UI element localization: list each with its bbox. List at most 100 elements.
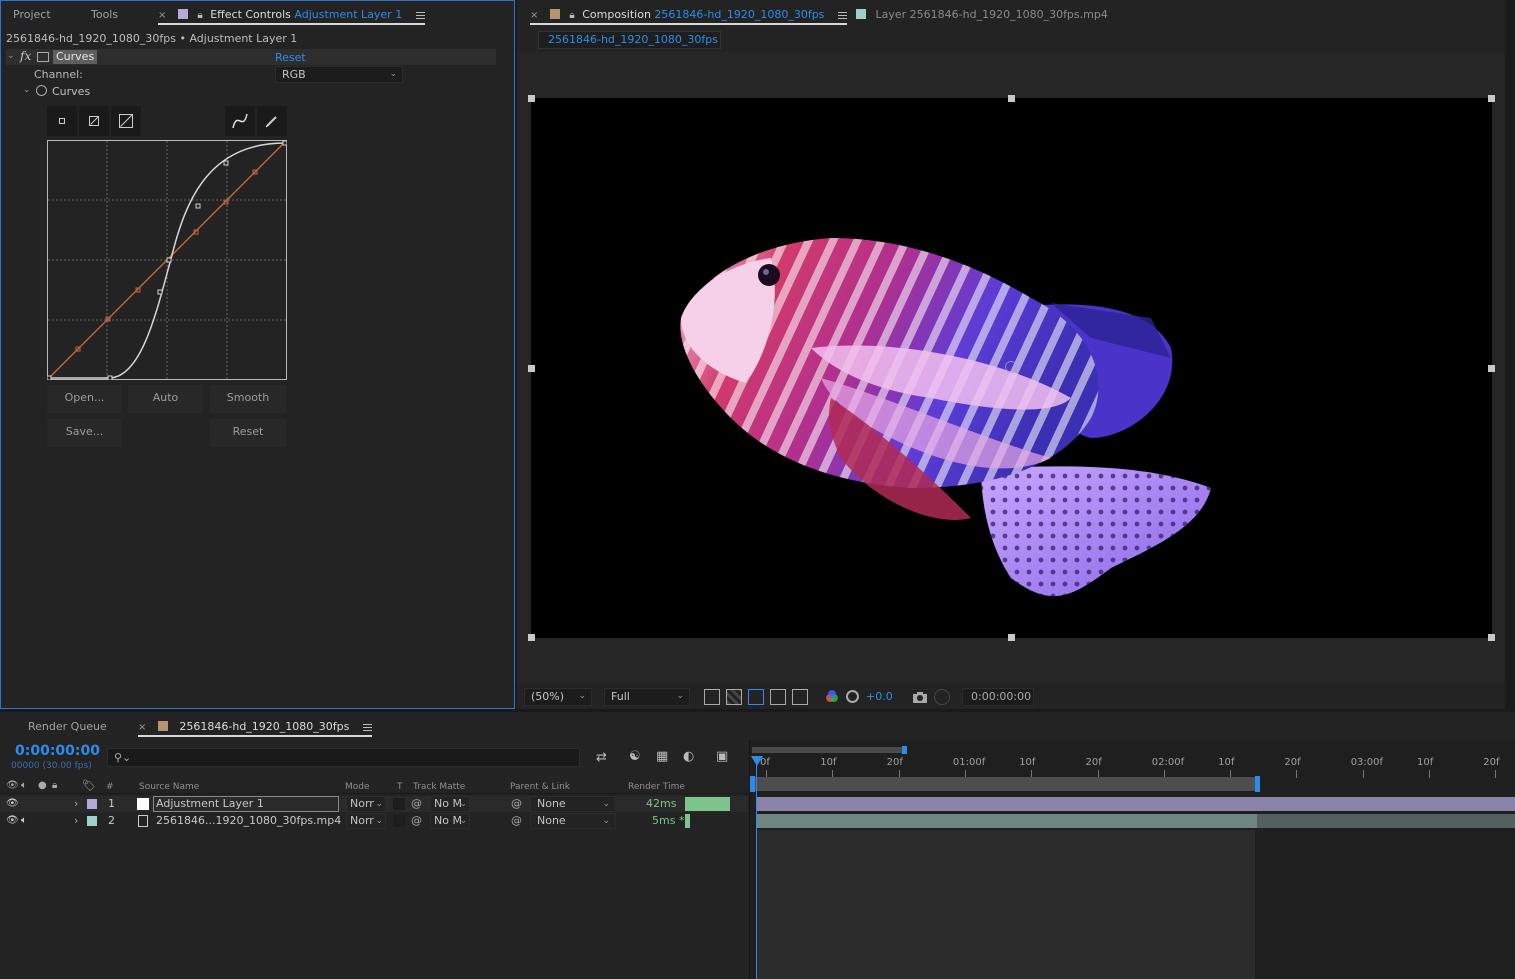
show-snapshot-icon[interactable]	[934, 689, 950, 705]
transparency-grid-icon[interactable]	[726, 689, 742, 705]
timeline-search-input[interactable]: ⚲⌄	[107, 748, 580, 767]
curves-reset-button[interactable]: Reset	[210, 419, 286, 447]
blend-mode-select[interactable]: Norr ⌄	[346, 813, 386, 829]
curves-save-button[interactable]: Save...	[47, 419, 122, 447]
panel-menu-icon[interactable]	[415, 11, 425, 19]
curves-smooth-button[interactable]: Smooth	[210, 385, 286, 413]
curves-size-small-button[interactable]	[47, 106, 77, 136]
stopwatch-icon[interactable]	[36, 85, 47, 96]
exposure-value[interactable]: +0.0	[866, 690, 893, 703]
chevron-down-icon[interactable]: ⌄	[7, 51, 15, 61]
curves-graph[interactable]	[47, 140, 287, 380]
parent-select[interactable]: None ⌄	[530, 813, 616, 829]
fx-icon[interactable]: fx	[20, 49, 31, 63]
time-ruler[interactable]	[750, 754, 1515, 778]
anchor-point-icon[interactable]	[1005, 361, 1017, 373]
work-area-end-handle[interactable]	[902, 746, 907, 754]
preserve-transparency-box[interactable]	[393, 815, 405, 827]
effect-reset-link[interactable]: Reset	[275, 51, 306, 64]
curves-auto-button[interactable]: Auto	[128, 385, 203, 413]
preserve-transparency-box[interactable]	[393, 798, 405, 810]
expand-chevron-icon[interactable]: ›	[74, 813, 78, 829]
parent-pickwhip-icon[interactable]: @	[511, 813, 522, 829]
blend-mode-select[interactable]: Norr ⌄	[346, 796, 386, 812]
close-icon[interactable]: ×	[158, 10, 166, 21]
render-time-bar	[685, 814, 690, 828]
tab-tools[interactable]: Tools	[91, 0, 118, 30]
layer-row-2[interactable]: 👁︎ 🔈︎ › 2 2561846...1920_1080_30fps.mp4 …	[0, 813, 748, 829]
track-matte-select[interactable]: No M ⌄	[430, 796, 470, 812]
channel-select[interactable]: RGB ⌄	[275, 66, 403, 83]
current-time-indicator[interactable]	[756, 756, 757, 979]
effect-preset-icon[interactable]	[37, 52, 49, 62]
layer-name[interactable]: 2561846...1920_1080_30fps.mp4	[156, 813, 341, 829]
layer-1-duration-bar[interactable]	[757, 797, 1515, 811]
transform-handle[interactable]	[528, 634, 535, 641]
expand-chevron-icon[interactable]: ›	[74, 796, 78, 812]
tab-render-queue[interactable]: Render Queue	[28, 712, 107, 742]
reset-exposure-icon[interactable]	[846, 690, 859, 703]
lock-icon[interactable]: 🔒︎	[569, 10, 574, 21]
work-area-start-marker[interactable]	[750, 776, 755, 792]
comp-flowchart-icon[interactable]: ⇄	[596, 750, 607, 765]
close-icon[interactable]: ×	[530, 10, 538, 21]
work-area-range[interactable]	[752, 777, 1258, 791]
track-matte-select[interactable]: No M ⌄	[430, 813, 470, 829]
graph-editor-icon[interactable]: ▣	[716, 749, 728, 764]
parent-pickwhip-icon[interactable]: @	[511, 796, 522, 812]
composition-canvas[interactable]	[531, 98, 1492, 638]
tab-timeline[interactable]: × 2561846-hd_1920_1080_30fps	[138, 712, 372, 737]
panel-menu-icon[interactable]	[362, 723, 372, 731]
layer-row-1[interactable]: 👁︎ › 1 Adjustment Layer 1 Norr ⌄ @ No M ⌄ …	[0, 796, 748, 812]
eye-icon[interactable]: 👁︎	[6, 796, 19, 812]
tab-effect-controls[interactable]: × 🔒︎ Effect Controls Adjustment Layer 1	[158, 0, 425, 25]
viewer-timecode[interactable]: 0:00:00:00	[962, 688, 1034, 706]
grid-guides-icon[interactable]	[792, 689, 808, 705]
label-color[interactable]	[87, 799, 97, 809]
mask-visibility-icon[interactable]	[748, 689, 764, 705]
frame-blending-icon[interactable]: ▦	[656, 749, 668, 764]
tab-composition[interactable]: × 🔒︎ Composition 2561846-hd_1920_1080_30…	[530, 0, 847, 25]
draft-3d-icon[interactable]: ☯	[629, 749, 641, 764]
playhead-icon[interactable]	[751, 756, 763, 766]
magnification-select[interactable]: (50%) ⌄	[524, 688, 592, 706]
panel-menu-icon[interactable]	[837, 11, 847, 19]
layer-name[interactable]: Adjustment Layer 1	[153, 796, 339, 812]
audio-icon[interactable]: 🔈︎	[21, 813, 27, 829]
effect-name[interactable]: Curves	[53, 50, 98, 64]
track-matte-pickwhip-icon[interactable]: @	[411, 796, 422, 812]
transform-handle[interactable]	[1488, 365, 1495, 372]
tab-project[interactable]: Project	[13, 0, 51, 30]
resolution-select[interactable]: Full ⌄	[604, 688, 690, 706]
transform-handle[interactable]	[1008, 634, 1015, 641]
bezier-curve-tool-button[interactable]	[225, 106, 255, 136]
layer-2-duration-bar[interactable]	[757, 814, 1257, 828]
current-time-display[interactable]: 0:00:00:00	[15, 743, 100, 759]
transform-handle[interactable]	[528, 95, 535, 102]
chevron-down-icon[interactable]: ⌄	[23, 85, 31, 95]
lock-icon[interactable]: 🔒︎	[197, 10, 202, 21]
transform-handle[interactable]	[528, 365, 535, 372]
curves-size-medium-button[interactable]	[79, 106, 109, 136]
tab-layer[interactable]: Layer 2561846-hd_1920_1080_30fps.mp4	[856, 0, 1108, 30]
work-area-bar[interactable]	[752, 747, 906, 753]
fast-previews-icon[interactable]	[704, 689, 720, 705]
region-of-interest-icon[interactable]	[770, 689, 786, 705]
eye-icon[interactable]: 👁︎	[6, 813, 19, 829]
source-name-header[interactable]: Source Name	[139, 782, 199, 792]
pencil-tool-button[interactable]	[257, 106, 287, 136]
transform-handle[interactable]	[1488, 95, 1495, 102]
track-matte-pickwhip-icon[interactable]: @	[411, 813, 422, 829]
motion-blur-icon[interactable]: ◐	[683, 749, 694, 764]
comp-subtab[interactable]: 2561846-hd_1920_1080_30fps	[538, 31, 721, 49]
snapshot-camera-icon[interactable]	[912, 689, 928, 705]
color-channels-icon[interactable]	[824, 689, 840, 705]
parent-select[interactable]: None ⌄	[530, 796, 616, 812]
curves-open-button[interactable]: Open...	[47, 385, 122, 413]
close-icon[interactable]: ×	[138, 722, 146, 733]
label-color[interactable]	[87, 816, 97, 826]
transform-handle[interactable]	[1008, 95, 1015, 102]
transform-handle[interactable]	[1488, 634, 1495, 641]
work-area-end-marker[interactable]	[1255, 776, 1260, 792]
curves-size-large-button[interactable]	[111, 106, 141, 136]
